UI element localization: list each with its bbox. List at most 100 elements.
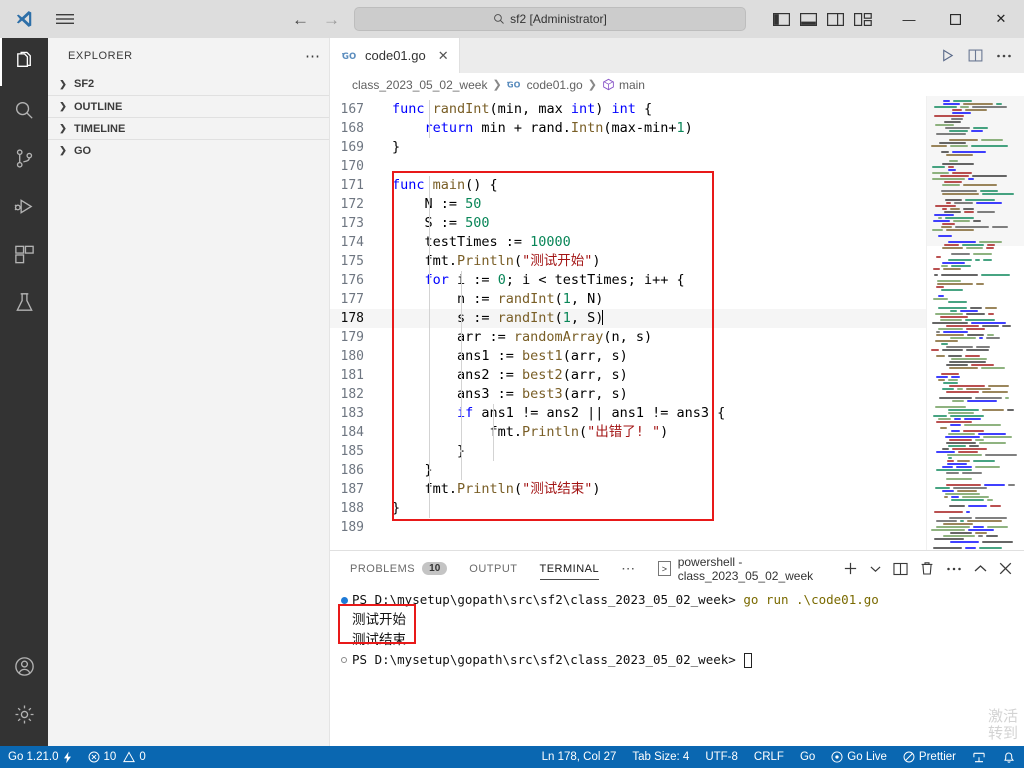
code-line[interactable]: 185 } bbox=[330, 442, 926, 461]
close-panel-icon[interactable] bbox=[999, 562, 1012, 575]
status-remote-indicator[interactable] bbox=[964, 746, 994, 768]
code-line[interactable]: 177 n := randInt(1, N) bbox=[330, 290, 926, 309]
minimap-line bbox=[983, 259, 992, 261]
code-line[interactable]: 184 fmt.Println("出错了! ") bbox=[330, 423, 926, 442]
menu-button[interactable] bbox=[48, 13, 82, 25]
sidebar-item-outline[interactable]: ❯ OUTLINE bbox=[48, 95, 329, 117]
activity-source-control-icon[interactable] bbox=[0, 134, 48, 182]
toggle-secondary-sidebar-icon[interactable] bbox=[827, 12, 844, 27]
minimize-button[interactable]: — bbox=[886, 0, 932, 38]
code-line[interactable]: 168 return min + rand.Intn(max-min+1) bbox=[330, 119, 926, 138]
editor-vertical-scrollbar[interactable] bbox=[912, 96, 926, 550]
terminal-line-prompt: PS D:\mysetup\gopath\src\sf2\class_2023_… bbox=[336, 650, 1024, 670]
activity-search-icon[interactable] bbox=[0, 86, 48, 134]
code-editor[interactable]: 167 func randInt(min, max int) int {168 r… bbox=[330, 96, 1024, 550]
toggle-panel-icon[interactable] bbox=[800, 12, 817, 27]
activity-testing-icon[interactable] bbox=[0, 278, 48, 326]
code-line[interactable]: 183 if ans1 != ans2 || ans1 != ans3 { bbox=[330, 404, 926, 423]
split-editor-button[interactable] bbox=[968, 48, 983, 63]
code-line[interactable]: 179 arr := randomArray(n, s) bbox=[330, 328, 926, 347]
status-encoding[interactable]: UTF-8 bbox=[697, 746, 746, 768]
panel-tab-problems[interactable]: PROBLEMS 10 bbox=[350, 551, 448, 586]
panel-tab-terminal[interactable]: TERMINAL bbox=[539, 551, 600, 586]
activity-explorer-icon[interactable] bbox=[0, 38, 48, 86]
code-line[interactable]: 171 func main() { bbox=[330, 176, 926, 195]
code-line[interactable]: 176 for i := 0; i < testTimes; i++ { bbox=[330, 271, 926, 290]
symbol-method-icon bbox=[602, 78, 615, 91]
minimap-line bbox=[966, 313, 985, 315]
code-line[interactable]: 173 S := 500 bbox=[330, 214, 926, 233]
activity-run-debug-icon[interactable] bbox=[0, 182, 48, 230]
customize-layout-icon[interactable] bbox=[854, 12, 872, 27]
code-line[interactable]: 182 ans3 := best3(arr, s) bbox=[330, 385, 926, 404]
minimap-line bbox=[948, 457, 952, 459]
code-line[interactable]: 167 func randInt(min, max int) int { bbox=[330, 100, 926, 119]
sidebar-item-timeline[interactable]: ❯ TIMELINE bbox=[48, 117, 329, 139]
code-line[interactable]: 180 ans1 := best1(arr, s) bbox=[330, 347, 926, 366]
panel-tab-output[interactable]: OUTPUT bbox=[469, 551, 517, 586]
panel-tabs-overflow-button[interactable]: ⋯ bbox=[621, 560, 636, 577]
code-line[interactable]: 169} bbox=[330, 138, 926, 157]
code-line[interactable]: 175 fmt.Println("测试开始") bbox=[330, 252, 926, 271]
code-line[interactable]: 186 } bbox=[330, 461, 926, 480]
split-terminal-icon[interactable] bbox=[893, 562, 908, 576]
editor-tab-code01-go[interactable]: GO code01.go ✕ bbox=[330, 38, 460, 73]
maximize-button[interactable] bbox=[932, 0, 978, 38]
terminal-prompt: PS D:\mysetup\gopath\src\sf2\class_2023_… bbox=[352, 592, 736, 607]
maximize-panel-chevron-up-icon[interactable] bbox=[974, 564, 987, 573]
status-notifications-bell[interactable] bbox=[994, 746, 1024, 768]
status-problems[interactable]: 10 0 bbox=[80, 746, 154, 768]
minimap-line bbox=[940, 427, 947, 429]
panel-more-actions-button[interactable] bbox=[946, 562, 962, 576]
minimap-line bbox=[951, 118, 963, 120]
navigate-back-button[interactable]: ← bbox=[292, 11, 309, 28]
sidebar-more-actions-button[interactable]: ⋯ bbox=[305, 47, 321, 65]
toggle-primary-sidebar-icon[interactable] bbox=[773, 12, 790, 27]
code-line[interactable]: 189 bbox=[330, 518, 926, 537]
status-tab-size[interactable]: Tab Size: 4 bbox=[624, 746, 697, 768]
status-prettier[interactable]: Prettier bbox=[895, 746, 964, 768]
sidebar-item-go[interactable]: ❯ GO bbox=[48, 139, 329, 161]
code-line[interactable]: 178 s := randInt(1, S) bbox=[330, 309, 926, 328]
breadcrumb-file[interactable]: GO code01.go bbox=[506, 78, 583, 92]
activity-settings-gear-icon[interactable] bbox=[0, 690, 48, 738]
editor-more-actions-button[interactable] bbox=[996, 49, 1012, 63]
code-line[interactable]: 181 ans2 := best2(arr, s) bbox=[330, 366, 926, 385]
terminal-output[interactable]: PS D:\mysetup\gopath\src\sf2\class_2023_… bbox=[330, 586, 1024, 746]
command-center-search[interactable]: sf2 [Administrator] bbox=[354, 7, 746, 31]
minimap-line bbox=[950, 415, 984, 417]
sidebar-item-sf2[interactable]: ❯ SF2 bbox=[48, 73, 329, 95]
status-cursor-position[interactable]: Ln 178, Col 27 bbox=[534, 746, 625, 768]
close-window-button[interactable]: ✕ bbox=[978, 0, 1024, 38]
terminal-dropdown-chevron-down-icon[interactable] bbox=[870, 565, 881, 573]
minimap-line bbox=[944, 121, 961, 123]
status-eol[interactable]: CRLF bbox=[746, 746, 792, 768]
minimap-line bbox=[942, 262, 965, 264]
code-line[interactable]: 170 bbox=[330, 157, 926, 176]
breadcrumb-symbol[interactable]: main bbox=[602, 78, 645, 92]
minimap-line bbox=[944, 496, 948, 498]
code-line[interactable]: 174 testTimes := 10000 bbox=[330, 233, 926, 252]
code-line[interactable]: 172 N := 50 bbox=[330, 195, 926, 214]
new-terminal-icon[interactable] bbox=[843, 561, 858, 576]
breadcrumb-folder[interactable]: class_2023_05_02_week bbox=[352, 78, 487, 92]
navigate-forward-button[interactable]: → bbox=[323, 11, 340, 28]
code-line[interactable]: 188} bbox=[330, 499, 926, 518]
terminal-instance-chip[interactable]: > powershell - class_2023_05_02_week bbox=[658, 555, 843, 583]
activity-account-icon[interactable] bbox=[0, 642, 48, 690]
editor-minimap[interactable] bbox=[926, 96, 1024, 550]
kill-terminal-trash-icon[interactable] bbox=[920, 561, 934, 576]
minimap-line bbox=[979, 547, 1002, 549]
status-go-version[interactable]: Go 1.21.0 bbox=[0, 746, 80, 768]
minimap-slider[interactable] bbox=[927, 96, 1024, 246]
minimap-line bbox=[947, 454, 982, 456]
activity-extensions-icon[interactable] bbox=[0, 230, 48, 278]
code-line-text bbox=[386, 518, 392, 537]
status-go-live[interactable]: Go Live bbox=[823, 746, 895, 768]
code-line[interactable]: 187 fmt.Println("测试结束") bbox=[330, 480, 926, 499]
minimap-line bbox=[946, 325, 979, 327]
code-scroll-region[interactable]: 167 func randInt(min, max int) int {168 r… bbox=[330, 96, 926, 550]
close-tab-button[interactable]: ✕ bbox=[438, 48, 449, 64]
status-language-mode[interactable]: Go bbox=[792, 746, 823, 768]
run-file-button[interactable] bbox=[940, 48, 955, 63]
